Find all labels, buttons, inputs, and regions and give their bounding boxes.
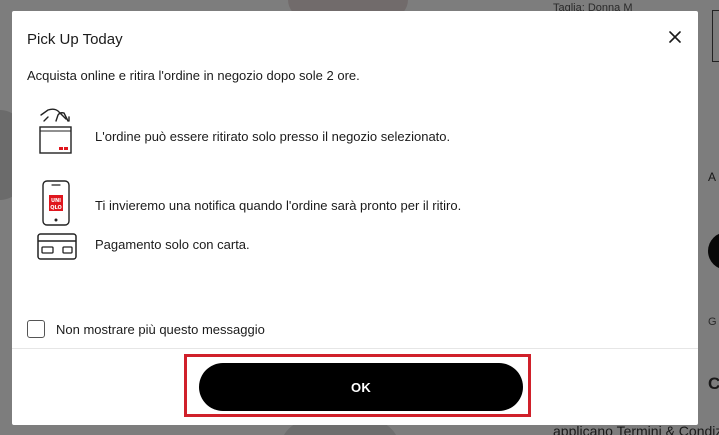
ok-button[interactable]: OK bbox=[199, 363, 523, 411]
pick-up-today-dialog: Pick Up Today Acquista online e ritira l… bbox=[12, 11, 698, 425]
phone-notification-icon: UNI QLO bbox=[42, 180, 70, 226]
dont-show-again-option[interactable]: Non mostrare più questo messaggio bbox=[27, 320, 265, 338]
dialog-intro-text: Acquista online e ritira l'ordine in neg… bbox=[27, 68, 360, 83]
credit-card-icon bbox=[37, 233, 77, 260]
close-icon bbox=[669, 31, 681, 43]
feature-text-notification: Ti invieremo una notifica quando l'ordin… bbox=[95, 198, 462, 213]
feature-text-store: L'ordine può essere ritirato solo presso… bbox=[95, 129, 451, 144]
footer-divider bbox=[12, 348, 698, 349]
phone-brand-logo-bottom: QLO bbox=[50, 205, 62, 211]
dont-show-again-checkbox[interactable] bbox=[27, 320, 45, 338]
feature-text-card-payment: Pagamento solo con carta. bbox=[95, 237, 250, 252]
phone-brand-logo-top: UNI bbox=[51, 198, 61, 204]
dont-show-again-label: Non mostrare più questo messaggio bbox=[56, 321, 265, 337]
dialog-title: Pick Up Today bbox=[27, 31, 123, 48]
store-bag-icon bbox=[39, 108, 72, 154]
close-button[interactable] bbox=[664, 26, 686, 48]
